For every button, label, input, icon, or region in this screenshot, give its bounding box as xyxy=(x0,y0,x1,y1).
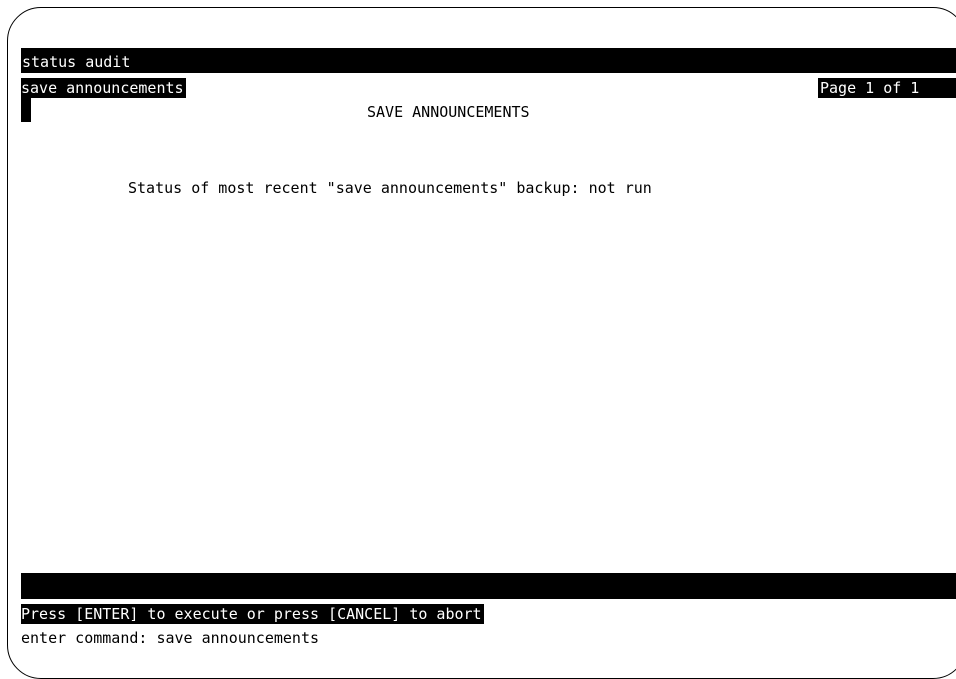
page-title: SAVE ANNOUNCEMENTS xyxy=(367,103,530,121)
command-input[interactable]: enter command: save announcements xyxy=(21,628,319,648)
cursor-block xyxy=(21,98,31,122)
footer-message-bar xyxy=(21,573,956,599)
header-command-text: status audit xyxy=(22,52,131,72)
header-command-bar xyxy=(21,48,956,73)
page-indicator: Page 1 of 1 xyxy=(818,78,956,98)
execute-prompt: Press [ENTER] to execute or press [CANCE… xyxy=(21,604,484,624)
form-name: save announcements xyxy=(21,78,186,98)
backup-status-line: Status of most recent "save announcement… xyxy=(128,179,652,197)
